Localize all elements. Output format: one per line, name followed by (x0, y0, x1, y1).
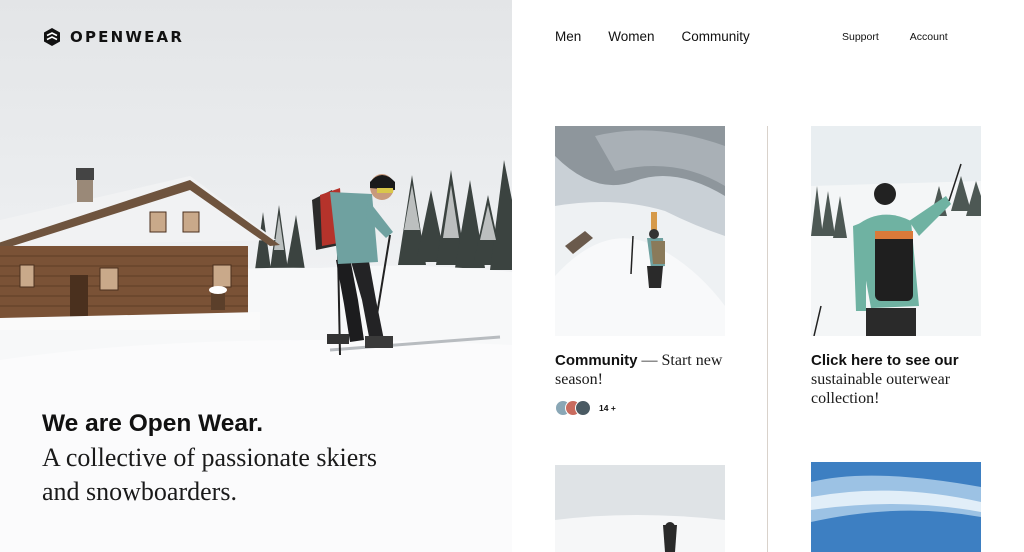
member-avatars[interactable]: 14 + (555, 400, 745, 416)
collection-card-caption: Click here to see our sustainable outerw… (811, 351, 1001, 408)
hero-text: We are Open Wear. A collective of passio… (42, 408, 482, 509)
nav-community[interactable]: Community (682, 29, 750, 44)
collection-card-title: Click here to see our (811, 352, 959, 369)
card-image-blue-sky (811, 462, 981, 552)
hero-title: We are Open Wear. (42, 410, 264, 437)
avatar (575, 400, 591, 416)
hero-subtitle-line1: A collective of passionate skiers (42, 443, 378, 472)
brand-name: OPENWEAR (70, 28, 185, 46)
card-image-hiker-backpack (811, 126, 981, 336)
nav-women[interactable]: Women (608, 29, 654, 44)
community-card[interactable]: Community — Start new season! 14 + (555, 126, 745, 416)
member-count: 14 + (599, 403, 616, 413)
hero-banner: OPENWEAR We are Open Wear. A collective … (0, 0, 512, 552)
column-divider (767, 126, 768, 552)
community-card-title: Community (555, 352, 638, 369)
nav-men[interactable]: Men (555, 29, 581, 44)
main-nav: Men Women Community (555, 29, 750, 44)
collection-card[interactable]: Click here to see our sustainable outerw… (811, 126, 1001, 408)
openwear-logo-icon (44, 28, 60, 46)
utility-nav: Support Account (842, 31, 948, 43)
brand-logo[interactable]: OPENWEAR (42, 27, 184, 47)
collection-card-subtitle: sustainable outerwear collection! (811, 371, 951, 407)
nav-support[interactable]: Support (842, 31, 879, 43)
community-card-caption: Community — Start new season! (555, 351, 745, 389)
card-image-snow-walker (555, 465, 725, 552)
feature-card-sky[interactable] (811, 462, 981, 552)
card-image-mountain-climb (555, 126, 725, 336)
feature-card-snow[interactable] (555, 465, 725, 552)
nav-account[interactable]: Account (910, 31, 948, 43)
hero-subtitle-line2: and snowboarders. (42, 477, 237, 506)
